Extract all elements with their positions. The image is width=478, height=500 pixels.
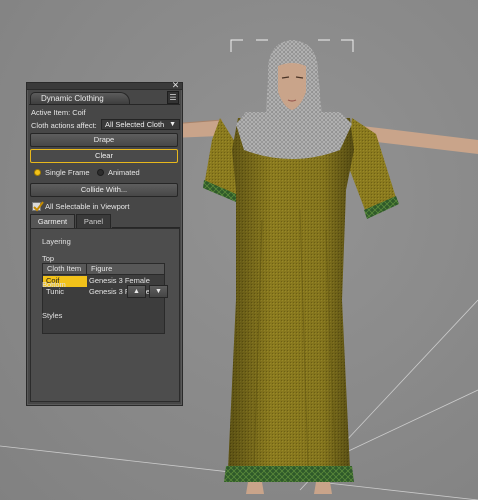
- animated-label: Animated: [108, 168, 140, 177]
- frame-mode-radio-group: Single Frame Animated: [31, 168, 178, 178]
- garment-tab-content: Layering Top Cloth Item Figure Coif Gene…: [30, 228, 180, 402]
- tunic-robe: [224, 118, 354, 482]
- active-item-label: Active Item: Coif: [31, 108, 86, 117]
- close-icon[interactable]: ✕: [171, 81, 180, 90]
- cloth-actions-row: Cloth actions affect: All Selected Cloth…: [31, 119, 180, 130]
- radio-unselected-dot: [97, 169, 104, 176]
- top-heading: Top: [42, 254, 55, 263]
- dynamic-clothing-panel: ✕ Dynamic Clothing ☰ Active Item: Coif C…: [26, 81, 183, 406]
- single-frame-label: Single Frame: [45, 168, 90, 177]
- selectable-in-viewport-checkbox[interactable]: [32, 201, 44, 212]
- clear-button[interactable]: Clear: [30, 149, 178, 163]
- chevron-down-icon: ▼: [169, 121, 176, 128]
- bottom-heading: Bottom: [42, 280, 66, 289]
- table-header: Cloth Item Figure: [43, 264, 164, 275]
- collide-with-button[interactable]: Collide With...: [30, 183, 178, 197]
- checkmark-icon: [33, 201, 44, 212]
- selectable-in-viewport-row: All Selectable in Viewport: [31, 201, 178, 212]
- tab-garment[interactable]: Garment: [30, 214, 75, 228]
- cloth-actions-value: All Selected Cloth: [105, 120, 165, 129]
- divider: [29, 104, 180, 105]
- selectable-in-viewport-label: All Selectable in Viewport: [45, 202, 130, 211]
- radio-selected-dot: [34, 169, 41, 176]
- cloth-actions-label: Cloth actions affect:: [31, 121, 97, 130]
- layering-table: Cloth Item Figure Coif Genesis 3 Female …: [42, 263, 165, 334]
- styles-heading: Styles: [42, 311, 63, 320]
- panel-menu-icon[interactable]: ☰: [167, 91, 179, 104]
- panel-drag-bar[interactable]: [27, 83, 182, 90]
- tab-panel[interactable]: Panel: [76, 214, 111, 228]
- layering-heading: Layering: [42, 237, 71, 246]
- animated-radio[interactable]: Animated: [97, 168, 157, 178]
- arrow-up-icon[interactable]: ▲: [127, 285, 146, 298]
- drape-button[interactable]: Drape: [30, 133, 178, 147]
- arrow-down-icon[interactable]: ▼: [149, 285, 168, 298]
- panel-title-tab[interactable]: Dynamic Clothing: [30, 92, 130, 104]
- subtab-bar: Garment Panel: [30, 214, 180, 228]
- single-frame-radio[interactable]: Single Frame: [34, 168, 94, 178]
- column-header-cloth-item[interactable]: Cloth Item: [43, 264, 87, 275]
- cloth-actions-dropdown[interactable]: All Selected Cloth ▼: [101, 119, 180, 130]
- column-header-figure[interactable]: Figure: [87, 264, 166, 275]
